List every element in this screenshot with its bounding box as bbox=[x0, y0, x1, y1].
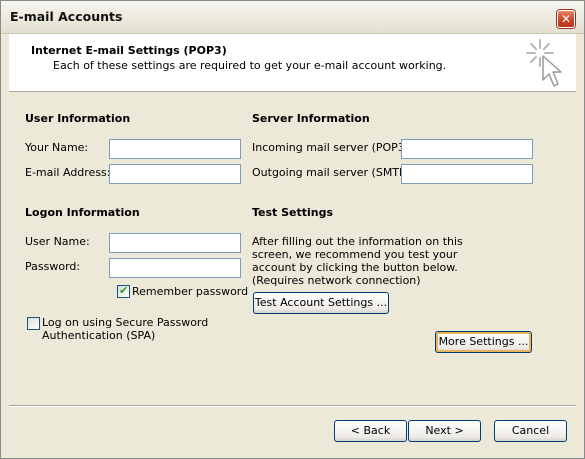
user-name-input[interactable] bbox=[109, 233, 241, 253]
title-bar[interactable]: E-mail Accounts ✕ bbox=[1, 1, 584, 34]
spa-checkbox[interactable] bbox=[27, 317, 40, 330]
spa-label-line2[interactable]: Authentication (SPA) bbox=[42, 329, 155, 342]
footer-separator bbox=[9, 405, 576, 407]
outgoing-server-label: Outgoing mail server (SMTP): bbox=[252, 166, 414, 179]
close-icon: ✕ bbox=[560, 12, 572, 26]
server-info-heading: Server Information bbox=[252, 112, 370, 125]
email-address-label: E-mail Address: bbox=[25, 166, 111, 179]
wizard-header: Internet E-mail Settings (POP3) Each of … bbox=[9, 34, 576, 92]
email-address-input[interactable] bbox=[109, 164, 241, 184]
next-button[interactable]: Next > bbox=[408, 420, 481, 442]
spa-label-line1[interactable]: Log on using Secure Password bbox=[42, 316, 208, 329]
email-accounts-dialog: E-mail Accounts ✕ Internet E-mail Settin… bbox=[0, 0, 585, 459]
header-subtitle: Each of these settings are required to g… bbox=[53, 59, 447, 72]
header-title: Internet E-mail Settings (POP3) bbox=[31, 44, 227, 57]
sparkle-cursor-icon bbox=[526, 39, 562, 87]
test-settings-heading: Test Settings bbox=[252, 206, 334, 219]
cancel-button[interactable]: Cancel bbox=[494, 420, 567, 442]
remember-password-label[interactable]: Remember password bbox=[132, 285, 248, 298]
window-title: E-mail Accounts bbox=[10, 9, 123, 24]
test-account-settings-button[interactable]: Test Account Settings ... bbox=[253, 292, 389, 314]
incoming-server-label: Incoming mail server (POP3): bbox=[252, 141, 413, 154]
back-button[interactable]: < Back bbox=[334, 420, 407, 442]
user-info-heading: User Information bbox=[25, 112, 131, 125]
password-label: Password: bbox=[25, 260, 81, 273]
remember-password-checkbox[interactable]: ✔ bbox=[117, 284, 130, 298]
incoming-server-input[interactable] bbox=[401, 139, 533, 159]
checkmark-icon: ✔ bbox=[119, 284, 129, 297]
close-button[interactable]: ✕ bbox=[557, 10, 575, 28]
logon-info-heading: Logon Information bbox=[25, 206, 140, 219]
your-name-input[interactable] bbox=[109, 139, 241, 159]
your-name-label: Your Name: bbox=[25, 141, 89, 154]
more-settings-button[interactable]: More Settings ... bbox=[435, 331, 532, 353]
outgoing-server-input[interactable] bbox=[401, 164, 533, 184]
test-settings-description: After filling out the information on thi… bbox=[252, 235, 463, 287]
user-name-label: User Name: bbox=[25, 235, 90, 248]
password-input[interactable] bbox=[109, 258, 241, 278]
